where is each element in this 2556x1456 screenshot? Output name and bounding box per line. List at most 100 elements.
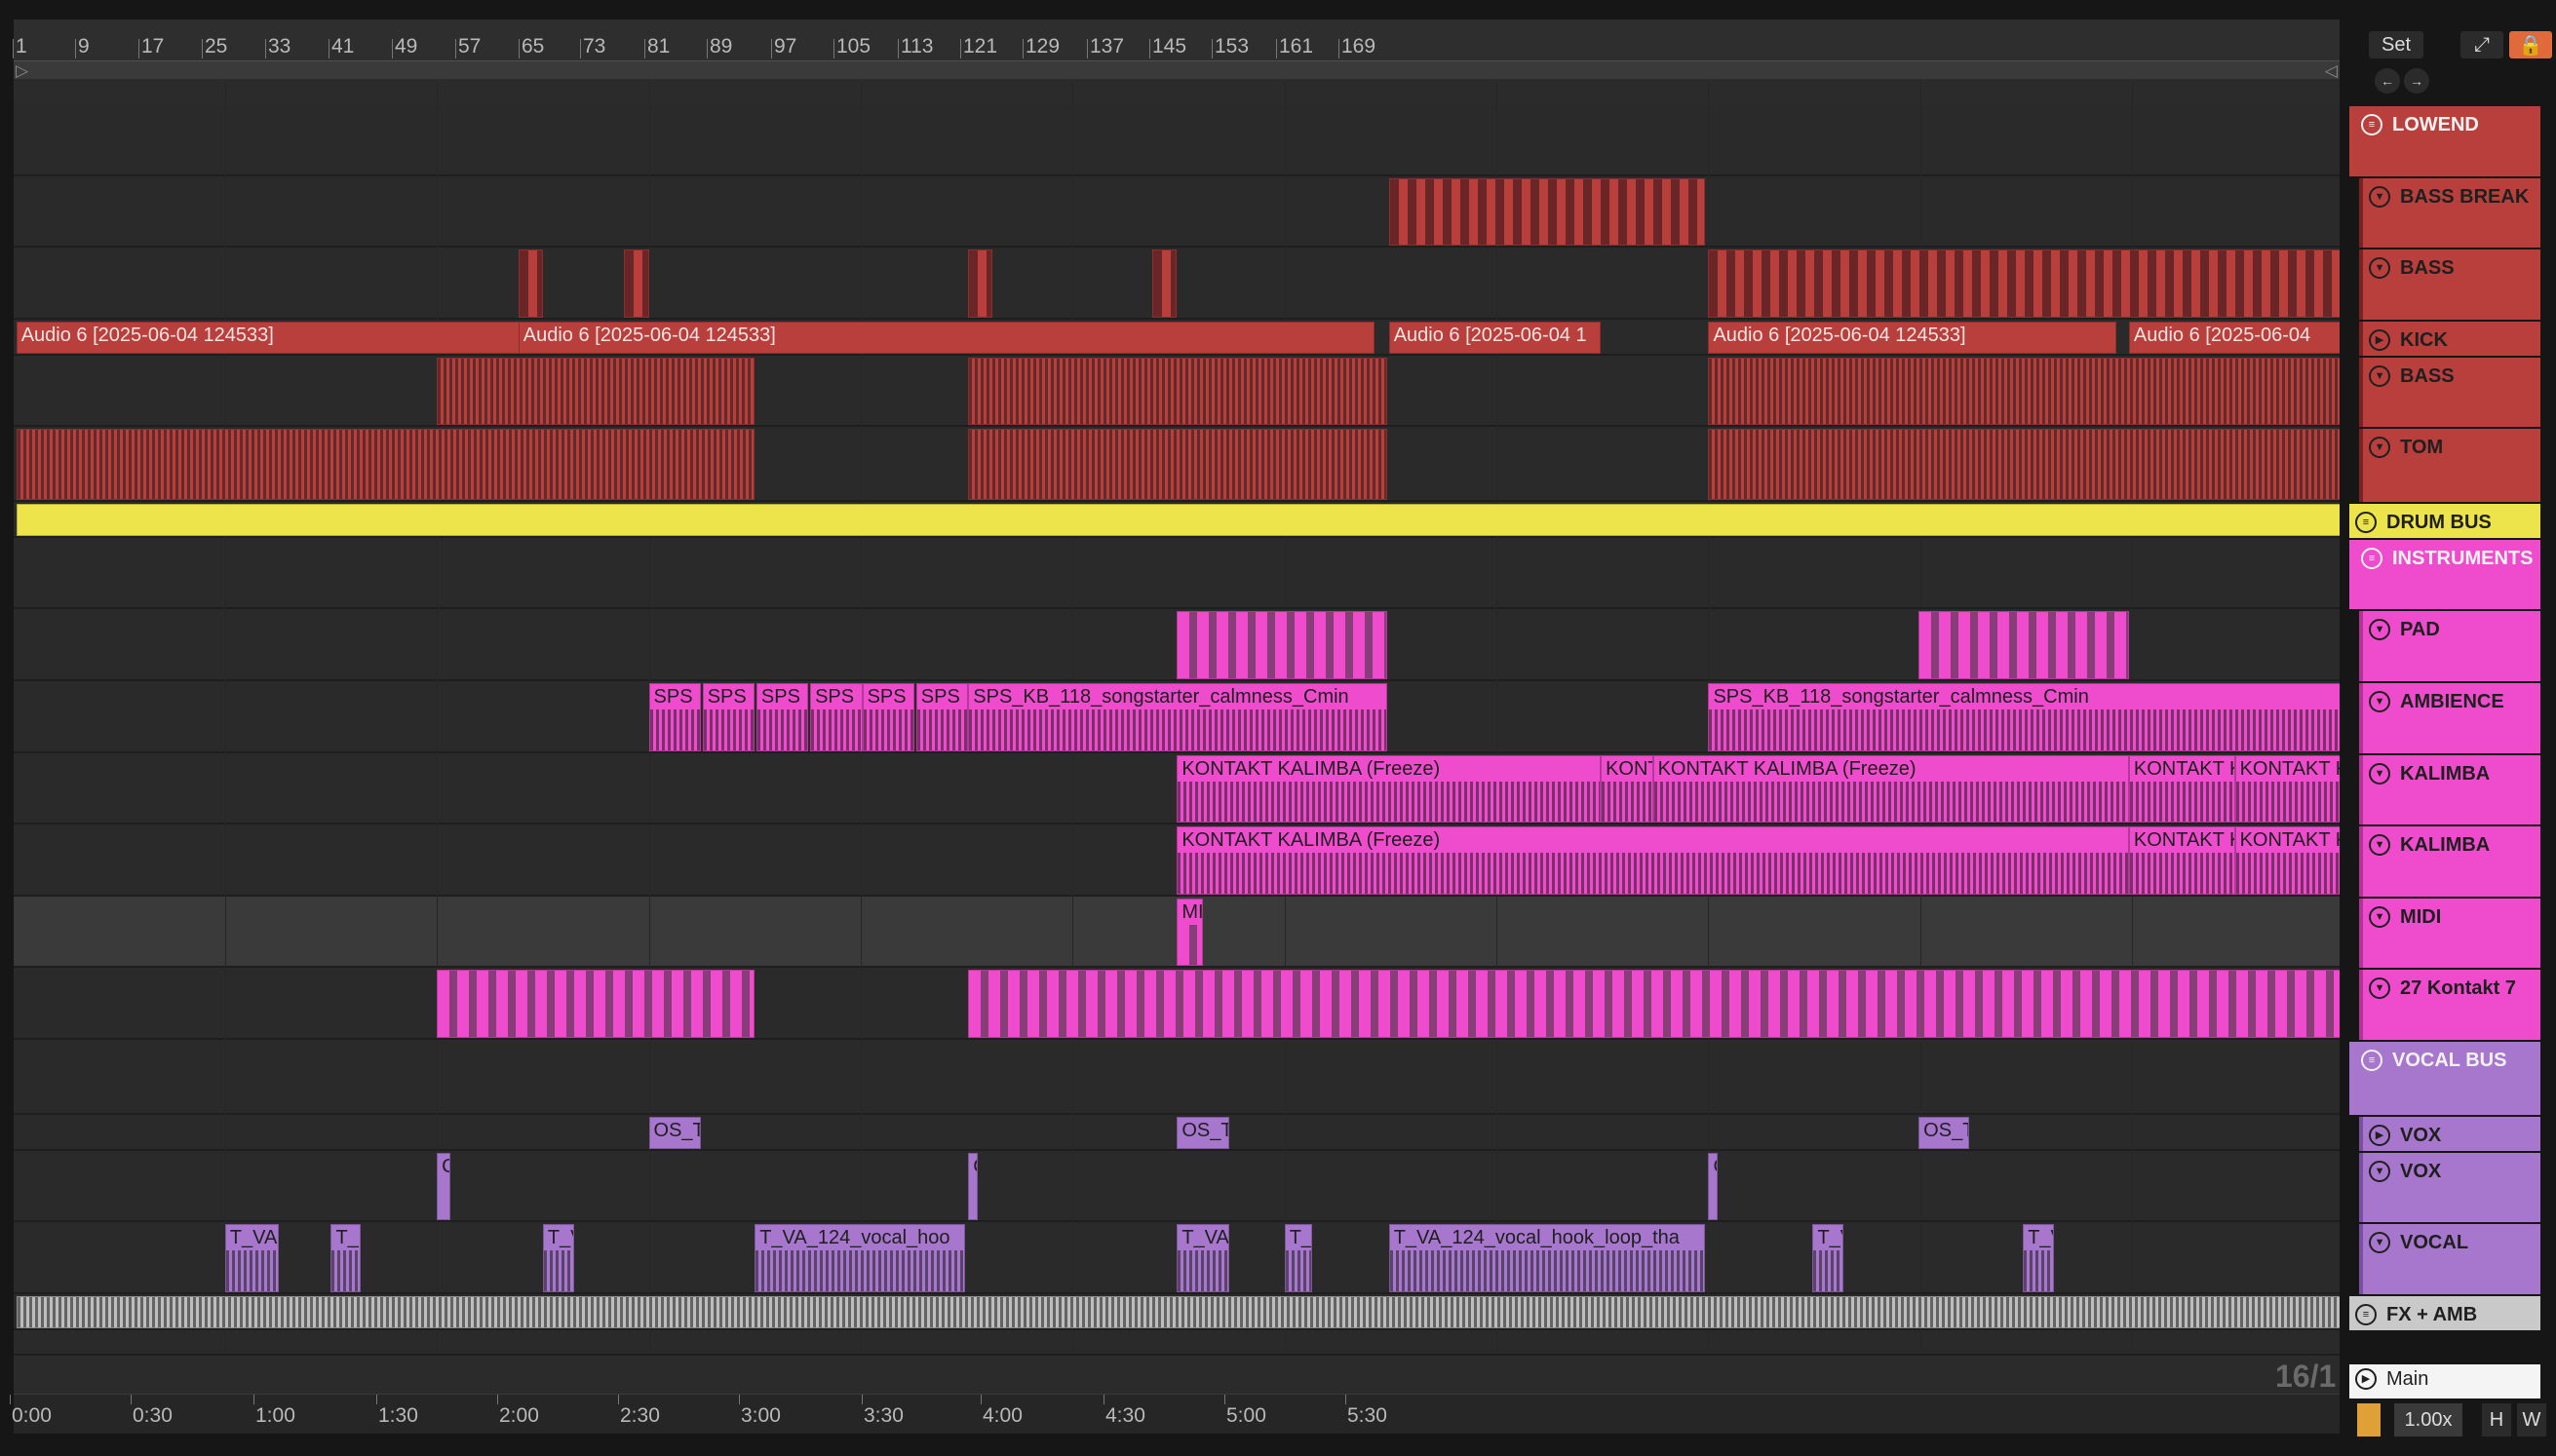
track-header-kalimba[interactable]: ▼ KALIMBA	[2359, 826, 2540, 897]
clip[interactable]: Audio 6 [2025-06-04 124533]	[518, 321, 1375, 354]
clip[interactable]: SPS	[648, 682, 702, 751]
clip[interactable]	[1708, 357, 2340, 426]
clip[interactable]: SPS	[755, 682, 809, 751]
loop-strip[interactable]: ▷ ◁	[14, 60, 2340, 81]
clip[interactable]: T_V	[542, 1224, 574, 1292]
clip[interactable]	[16, 1295, 2340, 1328]
track-header-27-kontakt-7[interactable]: ▼ 27 Kontakt 7	[2359, 970, 2540, 1040]
track-header-bass[interactable]: ▼ BASS	[2359, 249, 2540, 320]
track-fold-icon[interactable]: ▼	[2369, 1232, 2391, 1254]
w-button[interactable]: W	[2517, 1403, 2546, 1437]
back-arrow-icon[interactable]: ←	[2375, 68, 2400, 94]
track-fold-icon[interactable]: ▶	[2369, 1124, 2391, 1146]
forward-arrow-icon[interactable]: →	[2404, 68, 2429, 94]
track-lane[interactable]	[14, 537, 2340, 610]
track-fold-icon[interactable]: ▼	[2369, 257, 2391, 280]
track-header-instruments[interactable]: ≡ INSTRUMENTS	[2349, 539, 2540, 610]
track-header-vox[interactable]: ▼ VOX	[2359, 1152, 2540, 1223]
track-fold-icon[interactable]: ▼	[2369, 364, 2391, 387]
clip[interactable]: Audio 6 [2025-06-04 1	[1388, 321, 1602, 354]
clip[interactable]: T_V	[1812, 1224, 1844, 1292]
clip[interactable]	[968, 429, 1388, 501]
clip[interactable]: T_VA_124_vocal_hoo	[755, 1224, 965, 1292]
clip[interactable]: SPS	[810, 682, 863, 751]
clip[interactable]: SPS	[702, 682, 755, 751]
clip[interactable]	[1708, 249, 2340, 318]
clip[interactable]: Audio 6 [2025-06-04	[2128, 321, 2340, 354]
clip[interactable]: SPS	[862, 682, 915, 751]
track-fold-icon[interactable]: ▼	[2369, 185, 2391, 208]
clip[interactable]: KONTAKT K	[2128, 826, 2235, 895]
clip[interactable]	[518, 249, 543, 318]
time-ruler[interactable]: 0:00 0:30 1:00 1:30 2:00 2:30 3:00 3:30 4:00 4:30…	[10, 1394, 2340, 1434]
clip[interactable]	[968, 249, 993, 318]
clip[interactable]	[16, 429, 755, 501]
group-fold-icon[interactable]: ≡	[2355, 1303, 2377, 1325]
track-fold-icon[interactable]: ▼	[2369, 437, 2391, 459]
group-fold-icon[interactable]: ≡	[2361, 114, 2382, 136]
track-header-bass[interactable]: ▼ BASS	[2359, 357, 2540, 428]
group-fold-icon[interactable]: ≡	[2361, 1049, 2382, 1071]
clip[interactable]	[437, 970, 755, 1038]
clip[interactable]: T_	[330, 1224, 361, 1292]
track-header-midi[interactable]: ▼ MIDI	[2359, 898, 2540, 969]
track-header-vocal-bus[interactable]: ≡ VOCAL BUS	[2349, 1041, 2540, 1115]
group-fold-icon[interactable]: ≡	[2361, 547, 2382, 569]
clip[interactable]	[968, 970, 2340, 1038]
group-fold-icon[interactable]: ≡	[2355, 512, 2377, 534]
track-fold-icon[interactable]: ▼	[2369, 690, 2391, 712]
set-button[interactable]: Set	[2369, 31, 2423, 58]
track-header-kalimba[interactable]: ▼ KALIMBA	[2359, 754, 2540, 825]
clip[interactable]: SPS_KB_118_songstarter_calmness_Cmin	[968, 682, 1388, 751]
clip[interactable]: KONT	[1601, 754, 1653, 824]
clip[interactable]: KONTAKT K	[2128, 754, 2235, 824]
clip[interactable]	[437, 357, 755, 426]
expand-icon[interactable]: ⤢	[2460, 31, 2503, 58]
clip[interactable]: C	[1708, 1152, 1719, 1221]
track-header-pad[interactable]: ▼ PAD	[2359, 611, 2540, 681]
clip[interactable]: T_V	[2023, 1224, 2054, 1292]
clip[interactable]	[16, 504, 2340, 536]
clip[interactable]	[1918, 611, 2129, 679]
clip[interactable]	[1152, 249, 1178, 318]
track-header-lowend[interactable]: ≡ LOWEND	[2349, 106, 2540, 176]
track-lane[interactable]	[14, 104, 2340, 176]
track-header-vocal[interactable]: ▼ VOCAL	[2359, 1224, 2540, 1294]
track-lane[interactable]	[14, 1329, 2340, 1357]
track-fold-icon[interactable]: ▶	[2369, 328, 2391, 351]
track-lane[interactable]	[14, 1150, 2340, 1223]
arrangement-area[interactable]: Audio 6 [2025-06-04 124533] Audio 6 [2025…	[14, 19, 2340, 1433]
clip[interactable]: KONTAKT KALIMBA (Freeze)	[1652, 754, 2129, 824]
clip[interactable]: T_VA	[1177, 1224, 1229, 1292]
clip[interactable]: OS_T	[1918, 1116, 1969, 1149]
track-fold-icon[interactable]: ▼	[2369, 1160, 2391, 1182]
clip[interactable]: T_VA	[224, 1224, 279, 1292]
clip[interactable]: Audio 6 [2025-06-04 124533]	[1708, 321, 2116, 354]
track-header-tom[interactable]: ▼ TOM	[2359, 429, 2540, 503]
track-fold-icon[interactable]: ▼	[2369, 762, 2391, 785]
playback-speed[interactable]: 1.00x	[2394, 1403, 2462, 1437]
track-fold-icon[interactable]: ▼	[2369, 619, 2391, 641]
track-lane[interactable]	[14, 175, 2340, 249]
metronome-icon[interactable]	[2357, 1403, 2381, 1437]
track-header-bass-break[interactable]: ▼ BASS BREAK	[2359, 177, 2540, 249]
clip[interactable]: KONTAKT K	[2234, 754, 2340, 824]
clip[interactable]: OS_T	[1177, 1116, 1229, 1149]
clip[interactable]: SPS_KB_118_songstarter_calmness_Cmin	[1708, 682, 2340, 751]
clip[interactable]	[624, 249, 649, 318]
clip[interactable]: KONTAKT K	[2234, 826, 2340, 895]
clip[interactable]	[968, 357, 1388, 426]
track-lane[interactable]	[14, 1039, 2340, 1115]
clip[interactable]: SPS	[915, 682, 969, 751]
track-header-main[interactable]: ▶ Main	[2349, 1363, 2540, 1399]
beat-time-ruler[interactable]: 1 9 17 25 33 41 49 57 65 73 81 89 97 105 113 121 129 137 1…	[13, 19, 2340, 80]
clip[interactable]: MI	[1177, 898, 1204, 967]
clip[interactable]	[1708, 429, 2340, 501]
clip[interactable]	[1388, 177, 1706, 247]
track-header-kick[interactable]: ▶ KICK	[2359, 321, 2540, 356]
track-header-drum-bus[interactable]: ≡ DRUM BUS	[2349, 504, 2540, 538]
track-fold-icon[interactable]: ▼	[2369, 905, 2391, 928]
loop-end-marker[interactable]: ◁	[2325, 61, 2338, 81]
lock-icon[interactable]: 🔒	[2509, 31, 2552, 58]
clip[interactable]: C	[968, 1152, 979, 1221]
